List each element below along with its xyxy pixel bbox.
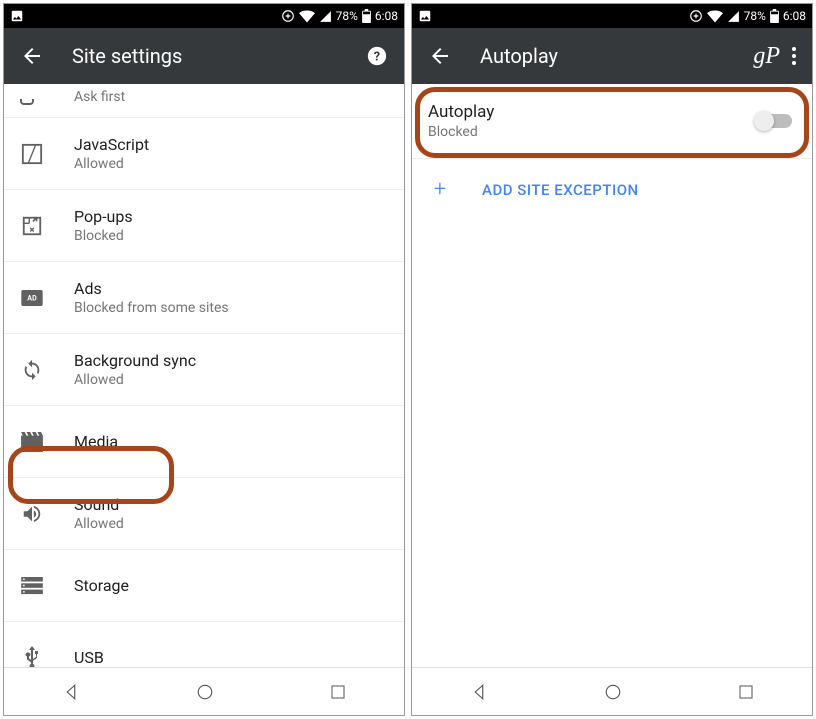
add-site-exception-row[interactable]: + ADD SITE EXCEPTION	[412, 159, 812, 220]
sound-icon	[21, 503, 43, 525]
wifi-icon	[299, 10, 315, 23]
nav-back-icon[interactable]	[470, 683, 488, 701]
nav-home-icon[interactable]	[604, 683, 622, 701]
setting-item-ads[interactable]: AD Ads Blocked from some sites	[4, 262, 404, 334]
image-icon	[418, 9, 432, 23]
signal-icon	[319, 10, 332, 23]
page-title: Autoplay	[480, 44, 558, 68]
media-icon	[21, 432, 43, 452]
setting-sub: Allowed	[74, 516, 124, 532]
data-saver-icon	[689, 9, 703, 23]
status-time: 6:08	[375, 9, 398, 23]
autoplay-switch[interactable]	[756, 114, 792, 128]
plus-icon: +	[428, 177, 452, 202]
partial-sub: Ask first	[74, 89, 125, 105]
setting-item-javascript[interactable]: JavaScript Allowed	[4, 118, 404, 190]
setting-item-usb[interactable]: USB	[4, 622, 404, 667]
ads-icon: AD	[21, 290, 43, 306]
app-bar: Autoplay gP	[412, 28, 812, 84]
settings-list: Ask first JavaScript Allowed Pop-ups Blo…	[4, 84, 404, 667]
javascript-icon	[21, 143, 43, 165]
nav-home-icon[interactable]	[196, 683, 214, 701]
usb-icon	[24, 646, 40, 667]
storage-icon	[21, 577, 43, 595]
back-arrow-icon[interactable]	[20, 44, 44, 68]
status-bar: 78% 6:08	[4, 4, 404, 28]
nav-bar	[4, 667, 404, 715]
svg-text:AD: AD	[27, 293, 37, 302]
sync-icon	[21, 359, 43, 381]
image-icon	[10, 9, 24, 23]
setting-label: Media	[74, 430, 118, 454]
setting-item-sound[interactable]: Sound Allowed	[4, 478, 404, 550]
add-exception-label: ADD SITE EXCEPTION	[482, 181, 639, 199]
overflow-menu-icon[interactable]	[792, 47, 796, 65]
setting-label: Storage	[74, 574, 129, 598]
battery-icon	[770, 9, 779, 23]
svg-text:?: ?	[374, 50, 380, 65]
setting-label: Pop-ups	[74, 207, 133, 226]
battery-percent: 78%	[744, 9, 766, 23]
setting-sub: Blocked	[74, 228, 133, 244]
nav-recents-icon[interactable]	[738, 684, 754, 700]
setting-item-popups[interactable]: Pop-ups Blocked	[4, 190, 404, 262]
setting-sub: Blocked from some sites	[74, 300, 229, 316]
setting-item-storage[interactable]: Storage	[4, 550, 404, 622]
help-icon[interactable]: ?	[366, 45, 388, 67]
status-bar: 78% 6:08	[412, 4, 812, 28]
setting-sub: Allowed	[74, 156, 149, 172]
setting-label: Background sync	[74, 351, 196, 370]
nav-bar	[412, 667, 812, 715]
wifi-icon	[707, 10, 723, 23]
battery-icon	[362, 9, 371, 23]
popup-icon	[21, 215, 43, 237]
setting-label: Ads	[74, 279, 229, 298]
toggle-sub: Blocked	[428, 124, 756, 140]
page-title: Site settings	[72, 44, 182, 68]
setting-item-background-sync[interactable]: Background sync Allowed	[4, 334, 404, 406]
battery-percent: 78%	[336, 9, 358, 23]
setting-sub: Allowed	[74, 372, 196, 388]
phone-right: 78% 6:08 Autoplay gP Autoplay Blocked + …	[411, 3, 813, 716]
gp-logo: gP	[753, 43, 780, 70]
toggle-label: Autoplay	[428, 102, 756, 122]
status-time: 6:08	[783, 9, 806, 23]
nav-back-icon[interactable]	[62, 683, 80, 701]
app-bar: Site settings ?	[4, 28, 404, 84]
nav-recents-icon[interactable]	[330, 684, 346, 700]
data-saver-icon	[281, 9, 295, 23]
back-arrow-icon[interactable]	[428, 44, 452, 68]
phone-left: 78% 6:08 Site settings ? Ask first JavaS…	[3, 3, 405, 716]
setting-item-partial[interactable]: Ask first	[4, 84, 404, 118]
autoplay-content: Autoplay Blocked + ADD SITE EXCEPTION	[412, 84, 812, 667]
autoplay-toggle-row[interactable]: Autoplay Blocked	[412, 84, 812, 159]
setting-label: JavaScript	[74, 135, 149, 154]
signal-icon	[727, 10, 740, 23]
setting-label: Sound	[74, 495, 124, 514]
setting-label: USB	[74, 646, 104, 667]
location-icon-partial	[20, 99, 34, 105]
setting-item-media[interactable]: Media	[4, 406, 404, 478]
